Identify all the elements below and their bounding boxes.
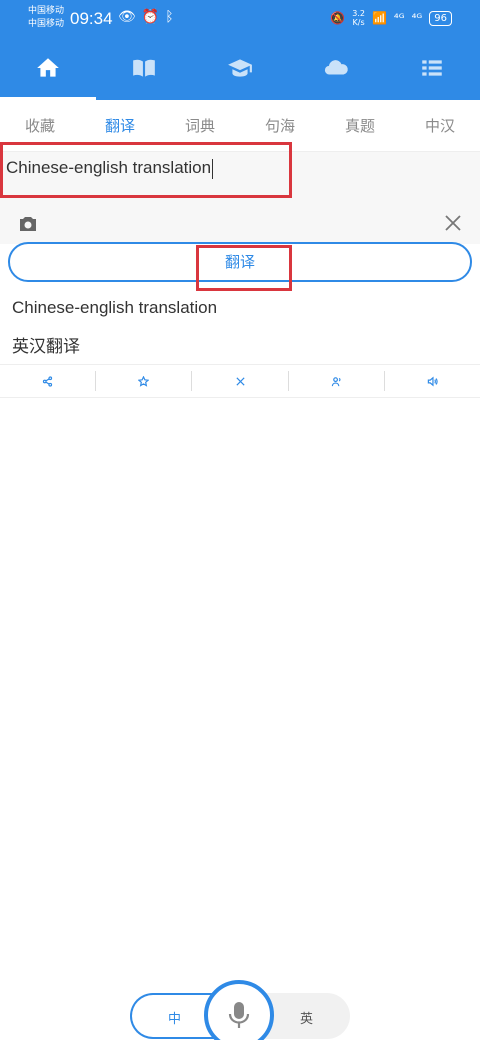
favorite-button[interactable] — [96, 371, 193, 391]
clear-input-icon[interactable] — [444, 214, 462, 232]
clock: 09:34 — [70, 9, 113, 28]
translator-screen: 中国移动 中国移动 09:34 👁 ⏰ ᛒ 🔕 3.2 K/s 📶 ⁴ᴳ ⁴ᴳ … — [0, 0, 480, 1040]
microphone-button[interactable] — [204, 980, 274, 1040]
graduation-cap-icon — [228, 59, 252, 77]
battery-indicator: 96 — [429, 10, 452, 26]
speaker-person-icon — [331, 376, 341, 386]
nav-cloud[interactable] — [288, 36, 384, 100]
top-nav — [0, 36, 480, 100]
nav-exam[interactable] — [192, 36, 288, 100]
status-icons-right: 🔕 3.2 K/s 📶 ⁴ᴳ ⁴ᴳ 96 — [330, 9, 452, 27]
home-icon — [37, 58, 59, 77]
network-speed: 3.2 K/s — [352, 9, 365, 27]
close-icon — [235, 376, 245, 386]
carrier-1: 中国移动 — [28, 6, 65, 16]
status-bar: 中国移动 中国移动 09:34 👁 ⏰ ᛒ 🔕 3.2 K/s 📶 ⁴ᴳ ⁴ᴳ … — [0, 0, 480, 36]
read-aloud-person-button[interactable] — [289, 371, 385, 391]
input-tools — [0, 204, 480, 244]
wifi-icon: 📶 — [371, 11, 387, 25]
bluetooth-icon: ᛒ — [165, 9, 174, 25]
result-actions — [0, 364, 480, 398]
highlight-box-input — [0, 142, 292, 198]
carrier-2: 中国移动 — [28, 19, 65, 29]
signal-2-icon: ⁴ᴳ — [411, 11, 423, 25]
signal-1-icon: ⁴ᴳ — [393, 11, 405, 25]
tab-exams[interactable]: 真题 — [320, 100, 400, 151]
delete-button[interactable] — [192, 371, 289, 391]
result-source-text: Chinese-english translation — [12, 298, 218, 317]
cloud-icon — [324, 60, 348, 75]
voice-lang-chinese[interactable]: 中 — [168, 1008, 181, 1027]
nav-home[interactable] — [0, 36, 96, 100]
net-speed-unit: K/s — [352, 18, 365, 27]
book-icon — [133, 59, 155, 77]
mute-bell-icon: 🔕 — [330, 11, 346, 25]
list-icon — [422, 60, 442, 76]
star-icon — [138, 375, 150, 387]
result-translation-text: 英汉翻译 — [12, 337, 80, 357]
nav-book[interactable] — [96, 36, 192, 100]
status-icons-left: 👁 ⏰ ᛒ — [118, 9, 174, 25]
highlight-box-button — [196, 245, 292, 291]
voice-lang-english[interactable]: 英 — [300, 1008, 313, 1027]
carrier-labels: 中国移动 中国移动 — [28, 5, 64, 31]
share-button[interactable] — [0, 371, 97, 391]
eye-icon: 👁 — [118, 9, 136, 25]
play-audio-button[interactable] — [385, 371, 480, 391]
camera-icon[interactable] — [16, 212, 40, 236]
nav-list[interactable] — [384, 36, 480, 100]
tab-zh-han[interactable]: 中汉 — [400, 100, 480, 151]
alarm-icon: ⏰ — [141, 9, 160, 25]
volume-icon — [427, 376, 438, 386]
net-speed-value: 3.2 — [352, 9, 365, 18]
share-icon — [42, 375, 53, 387]
microphone-icon — [228, 1002, 250, 1028]
